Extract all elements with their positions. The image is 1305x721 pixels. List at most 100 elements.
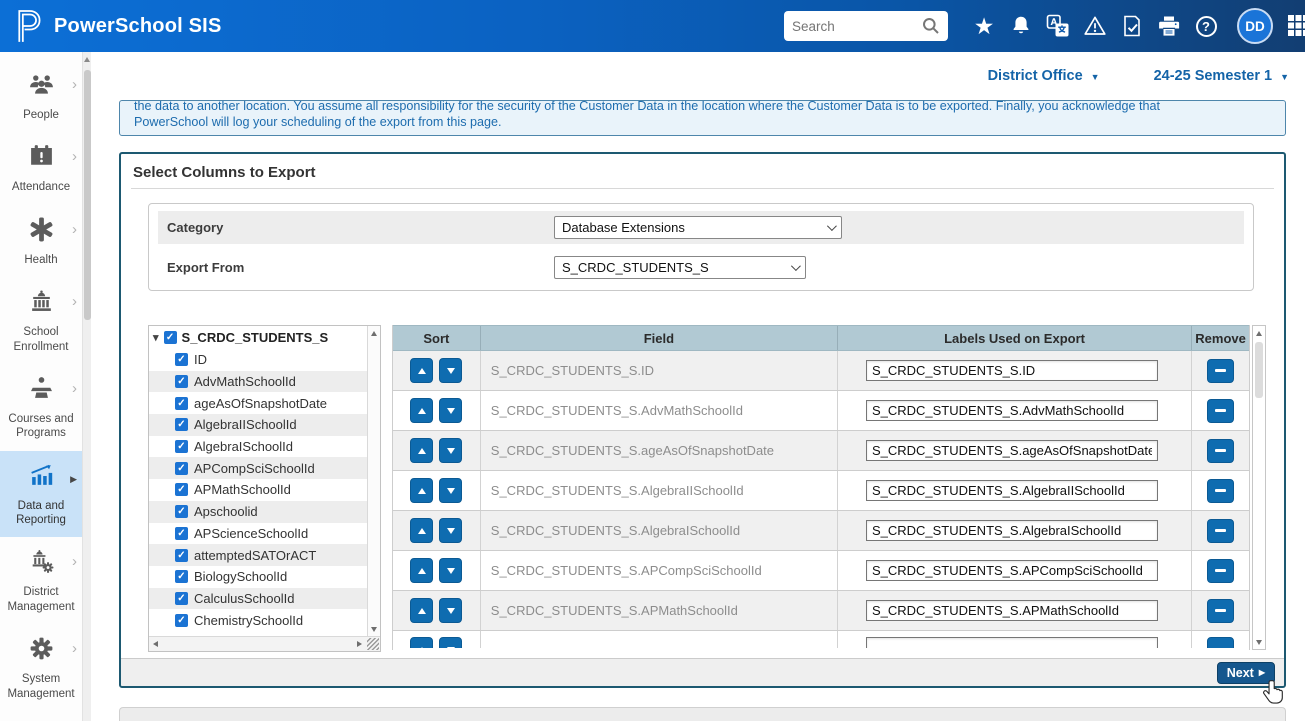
sidebar-item-attendance[interactable]: › Attendance	[0, 132, 82, 204]
field-list-item[interactable]: ✓ ageAsOfSnapshotDate	[149, 392, 380, 414]
checkbox-checked[interactable]: ✓	[175, 353, 188, 366]
scrollbar-thumb[interactable]	[84, 70, 91, 320]
user-avatar[interactable]: DD	[1237, 8, 1273, 44]
sort-up-button[interactable]	[410, 478, 433, 503]
sort-down-button[interactable]	[439, 358, 462, 383]
help-icon[interactable]: ?	[1194, 14, 1218, 38]
field-list-horizontal-scrollbar[interactable]	[149, 636, 380, 651]
sidebar-scrollbar[interactable]	[82, 52, 91, 721]
school-selector[interactable]: District Office ▼	[988, 68, 1100, 84]
export-label-input[interactable]	[866, 440, 1158, 461]
global-search[interactable]	[784, 11, 948, 41]
export-label-input[interactable]	[866, 637, 1158, 648]
sidebar-item-people[interactable]: › People	[0, 60, 82, 132]
checkbox-checked[interactable]: ✓	[175, 570, 188, 583]
remove-button[interactable]	[1207, 637, 1234, 648]
sort-down-button[interactable]	[439, 558, 462, 583]
sort-down-button[interactable]	[439, 518, 462, 543]
term-selector[interactable]: 24-25 Semester 1 ▼	[1154, 68, 1289, 84]
export-label-input[interactable]	[866, 600, 1158, 621]
field-list-item[interactable]: ✓ ID	[149, 349, 380, 371]
field-list-item[interactable]: ✓ APCompSciSchoolId	[149, 457, 380, 479]
apps-grid-icon[interactable]	[1287, 14, 1305, 38]
field-list-item[interactable]: ✓ APScienceSchoolId	[149, 523, 380, 545]
field-list-item[interactable]: ✓ AlgebraISchoolId	[149, 436, 380, 458]
sort-up-button[interactable]	[410, 558, 433, 583]
remove-button[interactable]	[1207, 359, 1234, 383]
app-logo[interactable]: PowerSchool SIS	[0, 7, 221, 45]
scroll-up-arrow-icon[interactable]	[84, 57, 90, 62]
field-list-item[interactable]: ✓ attemptedSATOrACT	[149, 544, 380, 566]
field-tree-root[interactable]: ▾ ✓ S_CRDC_STUDENTS_S	[149, 326, 380, 349]
scroll-down-arrow-icon[interactable]	[371, 627, 377, 632]
remove-button[interactable]	[1207, 599, 1234, 623]
sort-down-button[interactable]	[439, 598, 462, 623]
sort-up-button[interactable]	[410, 518, 433, 543]
scroll-up-arrow-icon[interactable]	[1256, 331, 1262, 336]
favorites-star-icon[interactable]: ★	[972, 14, 996, 38]
field-list-item[interactable]: ✓ CalculusSchoolId	[149, 588, 380, 610]
notifications-bell-icon[interactable]	[1009, 14, 1033, 38]
sort-down-button[interactable]	[439, 637, 462, 648]
print-icon[interactable]	[1157, 14, 1181, 38]
field-list-item[interactable]: ✓ APMathSchoolId	[149, 479, 380, 501]
field-list-item[interactable]: ✓ AdvMathSchoolId	[149, 371, 380, 393]
remove-button[interactable]	[1207, 559, 1234, 583]
sidebar-item-courses-and-programs[interactable]: › Courses and Programs	[0, 364, 82, 451]
checkbox-checked[interactable]: ✓	[175, 440, 188, 453]
scroll-left-arrow-icon[interactable]	[153, 641, 158, 647]
sidebar-item-system-management[interactable]: › System Management	[0, 624, 82, 711]
remove-button[interactable]	[1207, 439, 1234, 463]
checkbox-checked[interactable]: ✓	[175, 592, 188, 605]
sort-down-button[interactable]	[439, 478, 462, 503]
report-check-icon[interactable]	[1120, 14, 1144, 38]
export-label-input[interactable]	[866, 400, 1158, 421]
sort-down-button[interactable]	[439, 438, 462, 463]
search-input[interactable]	[792, 19, 922, 34]
sort-up-button[interactable]	[410, 358, 433, 383]
checkbox-checked[interactable]: ✓	[175, 462, 188, 475]
scroll-down-arrow-icon[interactable]	[1256, 640, 1262, 645]
field-list-item[interactable]: ✓ AlgebraIISchoolId	[149, 414, 380, 436]
sidebar-item-partial[interactable]: ›	[0, 711, 82, 721]
checkbox-checked[interactable]: ✓	[164, 331, 177, 344]
sort-up-button[interactable]	[410, 598, 433, 623]
checkbox-checked[interactable]: ✓	[175, 375, 188, 388]
checkbox-checked[interactable]: ✓	[175, 549, 188, 562]
sort-down-button[interactable]	[439, 398, 462, 423]
checkbox-checked[interactable]: ✓	[175, 397, 188, 410]
system-alerts-icon[interactable]	[1083, 14, 1107, 38]
scroll-right-arrow-icon[interactable]	[357, 641, 362, 647]
next-button[interactable]: Next ▶	[1217, 662, 1275, 684]
search-icon[interactable]	[922, 17, 940, 35]
checkbox-checked[interactable]: ✓	[175, 483, 188, 496]
caret-down-icon[interactable]: ▾	[153, 331, 159, 344]
remove-button[interactable]	[1207, 519, 1234, 543]
export-label-input[interactable]	[866, 480, 1158, 501]
checkbox-checked[interactable]: ✓	[175, 614, 188, 627]
remove-button[interactable]	[1207, 479, 1234, 503]
sort-up-button[interactable]	[410, 398, 433, 423]
export-from-select[interactable]: S_CRDC_STUDENTS_S	[554, 256, 806, 279]
category-select[interactable]: Database Extensions	[554, 216, 842, 239]
scrollbar-thumb[interactable]	[1255, 342, 1263, 398]
export-label-input[interactable]	[866, 560, 1158, 581]
checkbox-checked[interactable]: ✓	[175, 527, 188, 540]
table-vertical-scrollbar[interactable]	[1252, 325, 1266, 650]
field-list-vertical-scrollbar[interactable]	[367, 326, 380, 636]
resize-grip-icon[interactable]	[367, 638, 379, 650]
translate-icon[interactable]	[1046, 14, 1070, 38]
field-list-item[interactable]: ✓ ChemistrySchoolId	[149, 609, 380, 631]
checkbox-checked[interactable]: ✓	[175, 418, 188, 431]
sort-up-button[interactable]	[410, 637, 433, 648]
sort-up-button[interactable]	[410, 438, 433, 463]
sidebar-item-district-management[interactable]: › District Management	[0, 537, 82, 624]
export-label-input[interactable]	[866, 360, 1158, 381]
field-list-item[interactable]: ✓ Apschoolid	[149, 501, 380, 523]
remove-button[interactable]	[1207, 399, 1234, 423]
export-label-input[interactable]	[866, 520, 1158, 541]
sidebar-item-data-and-reporting[interactable]: ▶ Data and Reporting	[0, 451, 82, 538]
field-list-item[interactable]: ✓ BiologySchoolId	[149, 566, 380, 588]
sidebar-item-school-enrollment[interactable]: › School Enrollment	[0, 277, 82, 364]
scroll-up-arrow-icon[interactable]	[371, 331, 377, 336]
